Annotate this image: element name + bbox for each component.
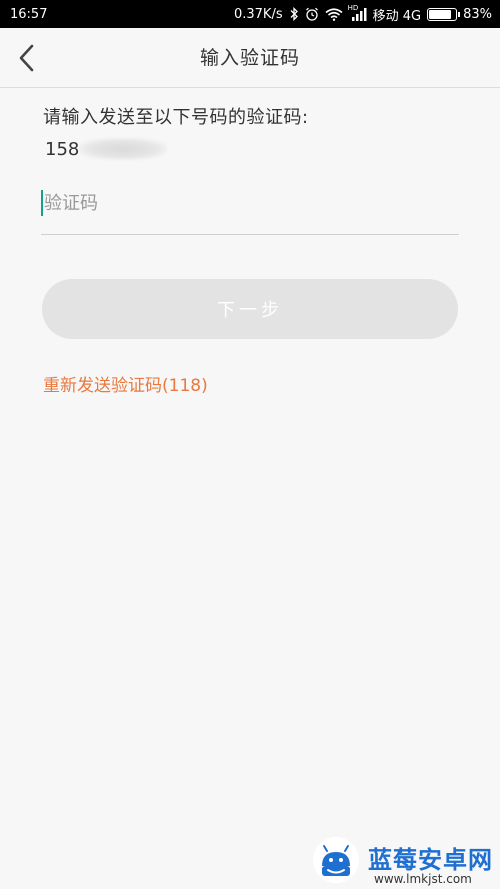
instruction-text: 请输入发送至以下号码的验证码:	[43, 107, 309, 128]
status-time: 16:57	[10, 6, 48, 22]
phone-number: 158	[45, 138, 168, 160]
text-caret	[41, 190, 43, 216]
resend-code-link[interactable]: 重新发送验证码(118)	[43, 371, 208, 396]
status-bar: 16:57 0.37K/s HD 移动 4G 83%	[0, 0, 500, 28]
signal-icon: HD	[347, 4, 367, 21]
watermark-title: 蓝莓安卓网	[368, 846, 493, 874]
battery-icon	[427, 7, 461, 21]
carrier-label: 移动 4G	[372, 8, 422, 24]
network-speed: 0.37K/s	[233, 6, 283, 22]
watermark-url: www.lmkjst.com	[374, 872, 472, 886]
hd-label: HD	[347, 4, 359, 12]
bluetooth-icon	[289, 7, 299, 21]
verification-code-input[interactable]	[44, 186, 444, 220]
battery-percent: 83%	[463, 6, 492, 22]
android-logo-icon	[313, 837, 359, 883]
phone-number-visible: 158	[45, 138, 80, 160]
wifi-icon	[325, 7, 343, 21]
status-right-group: 0.37K/s HD 移动 4G 83%	[233, 4, 492, 24]
phone-number-mask	[79, 138, 168, 160]
code-field[interactable]	[41, 178, 459, 235]
alarm-icon	[305, 7, 319, 21]
page-title: 输入验证码	[199, 47, 300, 69]
top-app-bar: 输入验证码	[0, 28, 500, 88]
next-step-button[interactable]: 下一步	[42, 279, 458, 339]
site-watermark: 蓝莓安卓网 www.lmkjst.com	[298, 830, 500, 889]
